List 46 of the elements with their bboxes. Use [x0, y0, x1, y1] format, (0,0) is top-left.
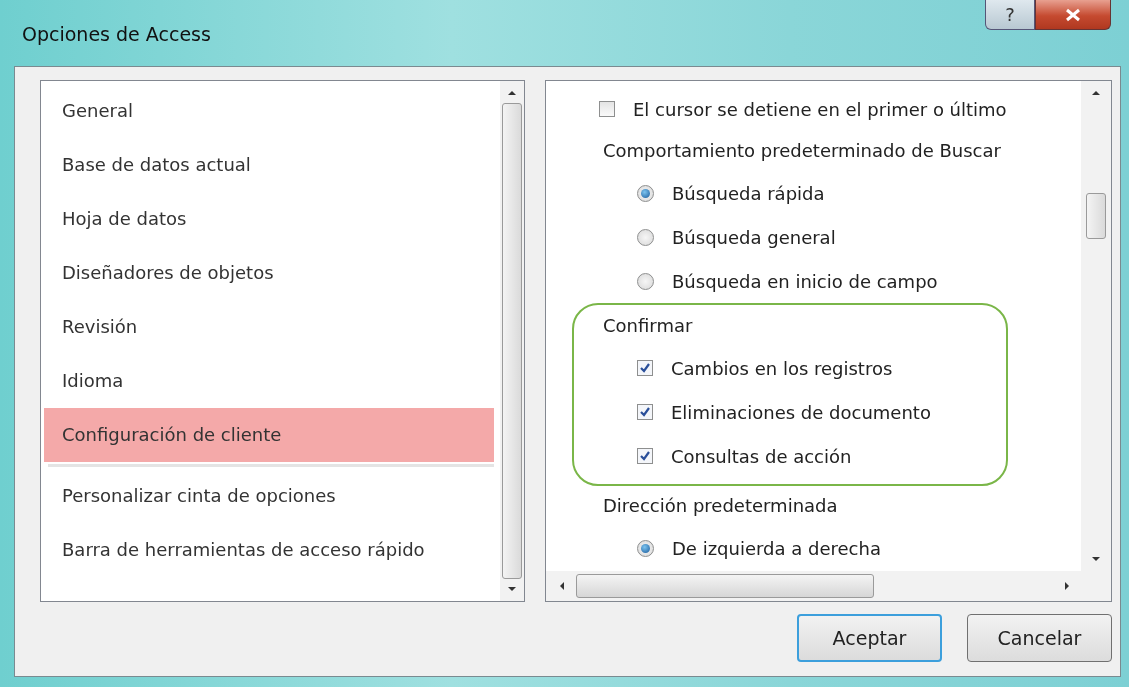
up-arrow-icon[interactable]: [506, 89, 518, 97]
close-icon: [1064, 7, 1082, 22]
checkbox[interactable]: [637, 448, 653, 464]
category-item[interactable]: Barra de herramientas de acceso rápido: [44, 523, 494, 577]
right-arrow-icon[interactable]: [1063, 580, 1071, 592]
radio-label[interactable]: Búsqueda en inicio de campo: [672, 270, 938, 292]
help-button[interactable]: ?: [985, 0, 1035, 30]
section-heading: Confirmar: [602, 314, 694, 338]
scrollbar-thumb[interactable]: [1086, 193, 1106, 239]
cancel-button[interactable]: Cancelar: [967, 614, 1112, 662]
vertical-scrollbar[interactable]: [1081, 81, 1111, 571]
checkbox[interactable]: [637, 360, 653, 376]
vertical-scrollbar[interactable]: [500, 81, 524, 601]
section-heading: Dirección predeterminada: [602, 494, 839, 518]
checkbox-label[interactable]: Eliminaciones de documento: [671, 401, 931, 423]
category-item[interactable]: Base de datos actual: [44, 138, 494, 192]
radio-label[interactable]: Búsqueda general: [672, 226, 836, 248]
down-arrow-icon[interactable]: [1090, 555, 1102, 563]
checkbox-label[interactable]: Consultas de acción: [671, 445, 852, 467]
category-item[interactable]: Hoja de datos: [44, 192, 494, 246]
left-arrow-icon[interactable]: [558, 580, 566, 592]
section-heading: Comportamiento predeterminado de Buscar: [602, 139, 1002, 163]
radio-button[interactable]: [637, 272, 654, 290]
radio-button[interactable]: [637, 539, 654, 557]
category-item[interactable]: Configuración de cliente: [44, 408, 494, 462]
category-item[interactable]: Revisión: [44, 300, 494, 354]
category-item[interactable]: Personalizar cinta de opciones: [44, 469, 494, 523]
window-title: Opciones de Access: [22, 23, 211, 45]
close-button[interactable]: [1035, 0, 1111, 30]
horizontal-scrollbar[interactable]: [546, 571, 1111, 601]
checkbox-label[interactable]: Cambios en los registros: [671, 357, 893, 379]
checkbox[interactable]: [637, 404, 653, 420]
accept-button[interactable]: Aceptar: [797, 614, 942, 662]
category-item[interactable]: Diseñadores de objetos: [44, 246, 494, 300]
scrollbar-thumb[interactable]: [576, 574, 874, 598]
radio-label[interactable]: De izquierda a derecha: [672, 537, 881, 559]
category-item[interactable]: General: [44, 84, 494, 138]
radio-label[interactable]: Búsqueda rápida: [672, 182, 825, 204]
up-arrow-icon[interactable]: [1090, 89, 1102, 97]
scrollbar-thumb[interactable]: [502, 103, 522, 579]
radio-button[interactable]: [637, 184, 654, 202]
category-item[interactable]: Idioma: [44, 354, 494, 408]
checkbox[interactable]: [599, 101, 615, 117]
radio-button[interactable]: [637, 228, 654, 246]
down-arrow-icon[interactable]: [506, 585, 518, 593]
checkbox-label[interactable]: El cursor se detiene en el primer o último: [633, 98, 1007, 120]
